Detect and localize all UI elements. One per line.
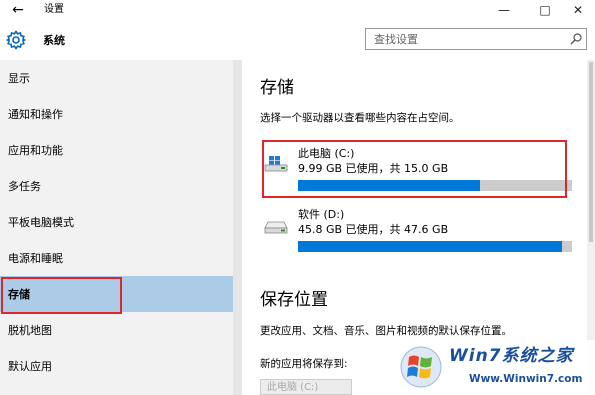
windows-logo-icon	[400, 346, 442, 388]
sidebar: 显示 通知和操作 应用和功能 多任务 平板电脑模式 电源和睡眠 存储 脱机地图 …	[0, 60, 242, 395]
sidebar-item-power-sleep[interactable]: 电源和睡眠	[0, 240, 233, 276]
sidebar-item-multitasking[interactable]: 多任务	[0, 168, 233, 204]
drive-icon	[264, 221, 288, 234]
drive-usage-bar	[298, 241, 572, 252]
storage-description: 选择一个驱动器以查看哪些内容在占空间。	[260, 112, 460, 124]
save-locations-heading: 保存位置	[260, 290, 328, 310]
sidebar-item-label: 显示	[8, 72, 30, 85]
sidebar-item-label: 通知和操作	[8, 108, 63, 121]
new-apps-save-select[interactable]: 此电脑 (C:)	[260, 379, 352, 395]
select-value: 此电脑 (C:)	[267, 382, 319, 393]
gear-icon	[6, 30, 26, 50]
watermark: Win7系统之家 Www.Winwin7.com	[395, 340, 595, 395]
title-bar: ← 设置 — □ ✕	[0, 0, 595, 22]
watermark-brand: Win7系统之家	[449, 346, 574, 366]
sidebar-item-label: 应用和功能	[8, 144, 63, 157]
search-icon[interactable]	[569, 32, 583, 46]
drive-usage: 45.8 GB 已使用，共 47.6 GB	[298, 223, 449, 236]
window-title: 设置	[44, 4, 64, 15]
sidebar-item-label: 平板电脑模式	[8, 216, 74, 229]
watermark-url: Www.Winwin7.com	[469, 373, 583, 385]
close-button[interactable]: ✕	[563, 0, 593, 20]
search-placeholder: 查找设置	[374, 33, 418, 46]
sidebar-item-offline-maps[interactable]: 脱机地图	[0, 312, 233, 348]
save-locations-description: 更改应用、文档、音乐、图片和视频的默认保存位置。	[260, 325, 512, 337]
new-apps-save-label: 新的应用将保存到:	[260, 358, 348, 370]
minimize-button[interactable]: —	[489, 0, 519, 20]
arrow-left-icon[interactable]: ←	[8, 1, 28, 19]
maximize-button[interactable]: □	[530, 0, 560, 20]
storage-heading: 存储	[260, 78, 294, 98]
sidebar-item-label: 多任务	[8, 180, 41, 193]
highlight-box-storage	[1, 277, 122, 314]
page-title: 系统	[43, 34, 65, 47]
sidebar-item-label: 脱机地图	[8, 324, 52, 337]
page-header: 系统 查找设置	[0, 22, 595, 60]
sidebar-item-apps[interactable]: 应用和功能	[0, 132, 233, 168]
sidebar-scrollbar[interactable]	[233, 60, 242, 395]
sidebar-item-display[interactable]: 显示	[0, 60, 233, 96]
highlight-box-drive-c	[262, 140, 567, 198]
drive-name: 软件 (D:)	[298, 208, 345, 221]
drive-item-d[interactable]: 软件 (D:) 45.8 GB 已使用，共 47.6 GB	[262, 208, 574, 258]
sidebar-item-notifications[interactable]: 通知和操作	[0, 96, 233, 132]
search-input[interactable]: 查找设置	[365, 28, 587, 50]
sidebar-item-label: 默认应用	[8, 360, 52, 373]
main-scrollbar-thumb[interactable]	[589, 62, 593, 242]
sidebar-item-default-apps[interactable]: 默认应用	[0, 348, 233, 384]
drive-usage-fill	[298, 241, 562, 252]
sidebar-item-tablet-mode[interactable]: 平板电脑模式	[0, 204, 233, 240]
sidebar-item-label: 电源和睡眠	[8, 252, 63, 265]
